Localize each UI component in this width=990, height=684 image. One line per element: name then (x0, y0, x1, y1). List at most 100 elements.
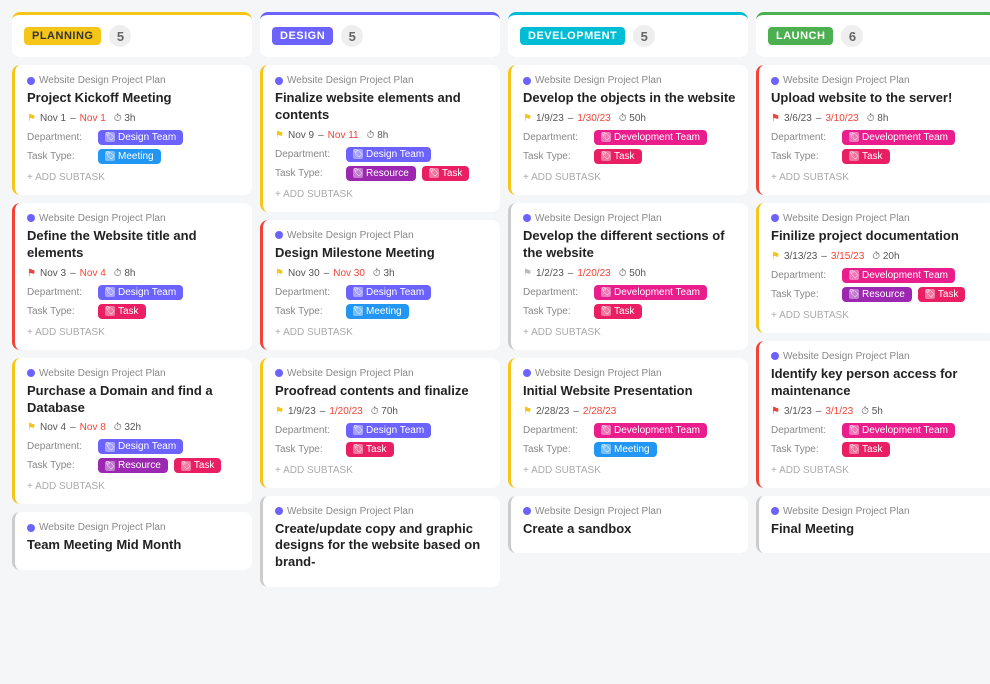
card-project: Website Design Project Plan (275, 506, 488, 517)
task-type-tag[interactable]: 🏷 Task (174, 458, 222, 473)
project-name: Website Design Project Plan (783, 506, 910, 517)
task-type-tag[interactable]: 🏷 Meeting (594, 442, 657, 457)
task-card: Website Design Project Plan Identify key… (756, 341, 990, 488)
department-tag[interactable]: 🏷 Development Team (842, 423, 955, 438)
add-subtask-button[interactable]: + ADD SUBTASK (523, 461, 736, 478)
card-project: Website Design Project Plan (523, 368, 736, 379)
column-development: DEVELOPMENT 5 Website Design Project Pla… (508, 12, 748, 587)
dept-label: Department: (275, 287, 340, 298)
dept-label: Department: (523, 425, 588, 436)
type-icon: 🏷 (849, 151, 859, 161)
department-tag[interactable]: 🏷 Development Team (594, 285, 707, 300)
column-planning: PLANNING 5 Website Design Project Plan P… (12, 12, 252, 587)
department-row: Department: 🏷 Design Team (27, 439, 240, 454)
column-launch: LAUNCH 6 Website Design Project Plan Upl… (756, 12, 990, 587)
department-tag[interactable]: 🏷 Design Team (98, 130, 183, 145)
add-subtask-button[interactable]: + ADD SUBTASK (771, 461, 984, 478)
add-subtask-button[interactable]: + ADD SUBTASK (771, 306, 984, 323)
task-type-tag[interactable]: 🏷 Resource (346, 166, 416, 181)
department-tag[interactable]: 🏷 Development Team (842, 268, 955, 283)
type-icon: 🏷 (353, 168, 363, 178)
date-start: 3/6/23 (784, 113, 812, 124)
dept-label: Department: (27, 287, 92, 298)
task-type-tag[interactable]: 🏷 Task (842, 442, 890, 457)
department-tag[interactable]: 🏷 Design Team (98, 285, 183, 300)
date-start: Nov 1 (40, 113, 66, 124)
add-subtask-button[interactable]: + ADD SUBTASK (27, 477, 240, 494)
department-row: Department: 🏷 Development Team (771, 268, 984, 283)
project-name: Website Design Project Plan (39, 213, 166, 224)
column-count-planning: 5 (109, 25, 131, 47)
department-tag[interactable]: 🏷 Design Team (346, 423, 431, 438)
add-subtask-button[interactable]: + ADD SUBTASK (771, 168, 984, 185)
card-dates: ⚑ 1/9/23 – 1/30/23⏱ 50h (523, 113, 736, 124)
type-icon: 🏷 (105, 461, 115, 471)
add-subtask-button[interactable]: + ADD SUBTASK (523, 323, 736, 340)
dept-icon: 🏷 (353, 149, 363, 159)
project-dot (523, 507, 531, 515)
task-type-tag[interactable]: 🏷 Task (594, 304, 642, 319)
add-subtask-button[interactable]: + ADD SUBTASK (27, 168, 240, 185)
column-badge-launch: LAUNCH (768, 27, 833, 45)
task-type-tag[interactable]: 🏷 Task (918, 287, 966, 302)
department-row: Department: 🏷 Design Team (275, 147, 488, 162)
project-name: Website Design Project Plan (39, 368, 166, 379)
flag-icon: ⚑ (27, 268, 36, 279)
dept-label: Department: (771, 270, 836, 281)
flag-icon: ⚑ (771, 406, 780, 417)
type-icon: 🏷 (849, 444, 859, 454)
department-tag[interactable]: 🏷 Development Team (842, 130, 955, 145)
task-type-tag[interactable]: 🏷 Meeting (346, 304, 409, 319)
task-type-label: Task Type: (771, 151, 836, 162)
add-subtask-button[interactable]: + ADD SUBTASK (275, 185, 488, 202)
task-type-tag[interactable]: 🏷 Meeting (98, 149, 161, 164)
project-name: Website Design Project Plan (783, 213, 910, 224)
task-type-tag[interactable]: 🏷 Resource (98, 458, 168, 473)
type-icon: 🏷 (849, 289, 859, 299)
task-type-label: Task Type: (27, 306, 92, 317)
project-name: Website Design Project Plan (535, 368, 662, 379)
card-title: Define the Website title and elements (27, 228, 240, 262)
dept-label: Department: (771, 132, 836, 143)
task-type-tag[interactable]: 🏷 Task (422, 166, 470, 181)
task-type-tag[interactable]: 🏷 Task (594, 149, 642, 164)
department-tag[interactable]: 🏷 Design Team (98, 439, 183, 454)
type-icon: 🏷 (601, 444, 611, 454)
department-tag[interactable]: 🏷 Development Team (594, 130, 707, 145)
flag-icon: ⚑ (27, 422, 36, 433)
card-title: Design Milestone Meeting (275, 245, 488, 262)
task-type-tag[interactable]: 🏷 Resource (842, 287, 912, 302)
project-dot (27, 214, 35, 222)
task-card: Website Design Project Plan Define the W… (12, 203, 252, 350)
date-start: 3/13/23 (784, 251, 817, 262)
department-row: Department: 🏷 Design Team (27, 285, 240, 300)
column-count-launch: 6 (841, 25, 863, 47)
department-tag[interactable]: 🏷 Design Team (346, 147, 431, 162)
task-type-row: Task Type: 🏷 Resource 🏷 Task (275, 166, 488, 181)
task-type-tag[interactable]: 🏷 Task (346, 442, 394, 457)
department-row: Department: 🏷 Design Team (27, 130, 240, 145)
project-dot (523, 214, 531, 222)
task-type-tag[interactable]: 🏷 Task (98, 304, 146, 319)
card-project: Website Design Project Plan (771, 75, 984, 86)
add-subtask-button[interactable]: + ADD SUBTASK (27, 323, 240, 340)
card-title: Develop the different sections of the we… (523, 228, 736, 262)
add-subtask-button[interactable]: + ADD SUBTASK (275, 323, 488, 340)
project-name: Website Design Project Plan (287, 368, 414, 379)
task-type-row: Task Type: 🏷 Task (27, 304, 240, 319)
dept-icon: 🏷 (601, 132, 611, 142)
project-name: Website Design Project Plan (39, 75, 166, 86)
add-subtask-button[interactable]: + ADD SUBTASK (275, 461, 488, 478)
card-dates: ⚑ Nov 30 – Nov 30⏱ 3h (275, 268, 488, 279)
department-tag[interactable]: 🏷 Development Team (594, 423, 707, 438)
card-title: Develop the objects in the website (523, 90, 736, 107)
column-count-development: 5 (633, 25, 655, 47)
department-tag[interactable]: 🏷 Design Team (346, 285, 431, 300)
task-type-tag[interactable]: 🏷 Task (842, 149, 890, 164)
department-row: Department: 🏷 Development Team (523, 285, 736, 300)
card-dates: ⚑ 1/2/23 – 1/20/23⏱ 50h (523, 268, 736, 279)
dept-icon: 🏷 (849, 425, 859, 435)
project-dot (27, 77, 35, 85)
type-icon: 🏷 (105, 151, 115, 161)
add-subtask-button[interactable]: + ADD SUBTASK (523, 168, 736, 185)
